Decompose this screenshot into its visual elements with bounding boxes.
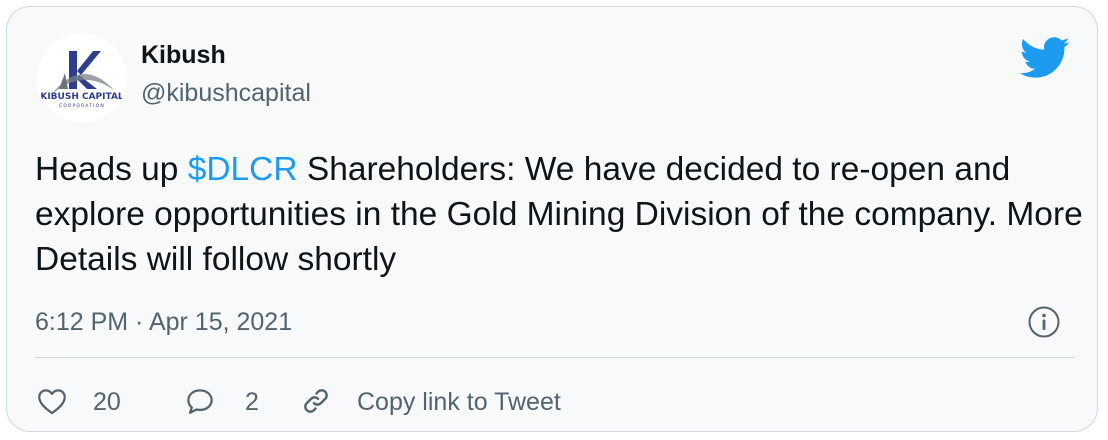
link-icon (304, 389, 328, 413)
reply-count: 2 (245, 388, 259, 416)
avatar[interactable]: KIBUSH CAPITAL CORPORATION (37, 33, 127, 123)
tweet-timestamp[interactable]: 6:12 PM · Apr 15, 2021 (35, 308, 292, 337)
tweet-card[interactable]: KIBUSH CAPITAL CORPORATION Kibush @kibus… (6, 6, 1098, 432)
reply-button[interactable]: 2 (183, 382, 273, 424)
reply-icon (187, 389, 213, 414)
divider (35, 357, 1075, 358)
tweet-text: Heads up $DLCR Shareholders: We have dec… (35, 147, 1085, 282)
cashtag-link[interactable]: $DLCR (188, 151, 298, 188)
copy-link-label: Copy link to Tweet (357, 388, 561, 416)
info-icon[interactable] (1027, 305, 1061, 339)
twitter-bird-icon[interactable] (1019, 37, 1071, 79)
copy-link-button[interactable]: Copy link to Tweet (299, 382, 619, 424)
logo-wordmark: KIBUSH CAPITAL (40, 92, 124, 102)
author-handle[interactable]: @kibushcapital (141, 79, 311, 108)
tweet-text-before: Heads up (35, 151, 188, 188)
like-button[interactable]: 20 (35, 382, 145, 424)
logo-subtext: CORPORATION (59, 103, 105, 109)
author-name[interactable]: Kibush (141, 41, 226, 70)
kibush-logo-icon: KIBUSH CAPITAL CORPORATION (37, 33, 127, 123)
like-count: 20 (93, 388, 121, 416)
heart-icon (38, 389, 66, 415)
